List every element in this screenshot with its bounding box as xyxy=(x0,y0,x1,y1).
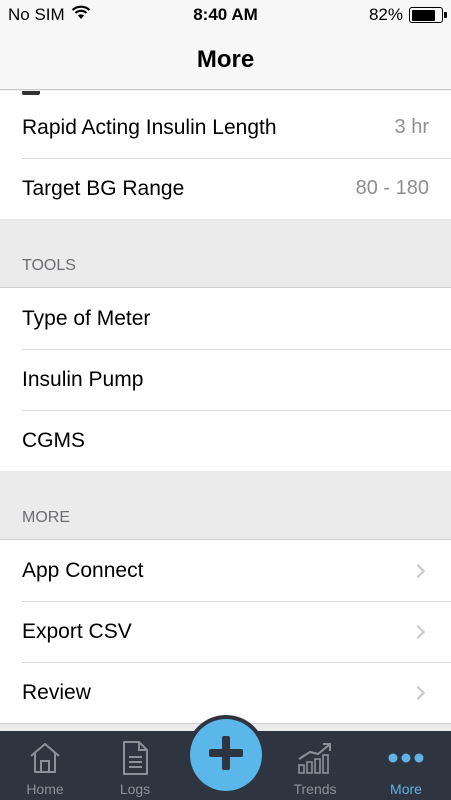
row-label: Export CSV xyxy=(22,619,132,643)
section-header-tools: TOOLS xyxy=(0,219,451,288)
tools-row-cgms[interactable]: CGMS xyxy=(0,410,451,471)
battery-fill xyxy=(411,9,436,21)
chevron-right-icon xyxy=(410,624,426,639)
settings-list[interactable]: Rapid Acting Insulin Length 3 hr Target … xyxy=(0,91,451,731)
tools-group: Type of Meter Insulin Pump CGMS xyxy=(0,288,451,471)
tools-row-type-of-meter[interactable]: Type of Meter xyxy=(0,288,451,349)
chevron-right-icon xyxy=(410,563,426,578)
tab-more[interactable]: More xyxy=(361,731,451,800)
document-icon xyxy=(115,738,155,778)
home-icon xyxy=(25,738,65,778)
row-label: Type of Meter xyxy=(22,306,151,330)
battery-percent: 82% xyxy=(368,5,403,24)
row-label: CGMS xyxy=(22,428,85,452)
row-label: Insulin Pump xyxy=(22,367,144,391)
more-group: App Connect Export CSV Review xyxy=(0,540,451,723)
settings-row-insulin-length[interactable]: Rapid Acting Insulin Length 3 hr xyxy=(0,97,451,158)
tab-trends[interactable]: Trends xyxy=(270,731,360,800)
tab-label: Logs xyxy=(119,781,151,797)
add-entry-button[interactable] xyxy=(190,719,262,791)
trends-icon xyxy=(295,738,335,778)
tools-row-insulin-pump[interactable]: Insulin Pump xyxy=(0,349,451,410)
battery-icon xyxy=(409,7,447,23)
row-value: 3 hr xyxy=(394,116,429,138)
clipped-text-fragment xyxy=(22,91,40,95)
plus-icon xyxy=(207,734,245,777)
tab-label: Trends xyxy=(293,781,337,797)
tab-label: Home xyxy=(26,781,64,797)
status-right: 82% xyxy=(368,5,447,25)
row-label: Target BG Range xyxy=(22,176,185,200)
more-row-export-csv[interactable]: Export CSV xyxy=(0,601,451,662)
navigation-bar: More xyxy=(0,30,451,90)
tab-home[interactable]: Home xyxy=(0,731,90,800)
page-title: More xyxy=(196,46,255,73)
chevron-right-icon xyxy=(410,685,426,700)
more-row-app-connect[interactable]: App Connect xyxy=(0,540,451,601)
tab-label: More xyxy=(390,781,422,797)
more-row-review[interactable]: Review xyxy=(0,662,451,723)
row-label: Review xyxy=(22,680,91,704)
row-label: App Connect xyxy=(22,558,144,582)
tab-bar: Home Logs Trends More xyxy=(0,715,451,800)
more-dots-icon xyxy=(386,738,426,778)
status-bar: No SIM 8:40 AM 82% xyxy=(0,0,451,30)
tab-logs[interactable]: Logs xyxy=(90,731,180,800)
settings-row-target-bg-range[interactable]: Target BG Range 80 - 180 xyxy=(0,158,451,219)
section-header-more: MORE xyxy=(0,471,451,540)
row-label: Rapid Acting Insulin Length xyxy=(22,115,277,139)
settings-group: Rapid Acting Insulin Length 3 hr Target … xyxy=(0,97,451,219)
row-value: 80 - 180 xyxy=(355,177,429,199)
